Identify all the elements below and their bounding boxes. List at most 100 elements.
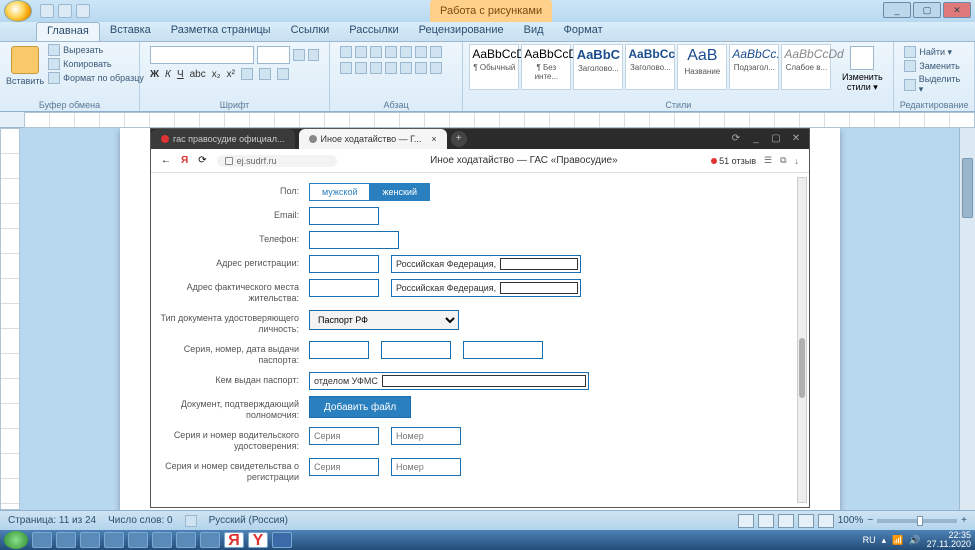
status-language[interactable]: Русский (Россия) (209, 515, 288, 526)
tab-references[interactable]: Ссылки (281, 22, 340, 41)
word-vertical-scrollbar[interactable] (959, 128, 975, 510)
font-family-select[interactable] (150, 46, 254, 64)
bookmark-icon[interactable]: ☰ (764, 155, 772, 166)
gender-male-option[interactable]: мужской (309, 183, 369, 201)
task-ie-icon[interactable] (56, 532, 76, 548)
status-word-count[interactable]: Число слов: 0 (108, 515, 172, 526)
browser-scrollbar[interactable] (797, 177, 807, 503)
indent-inc-icon[interactable] (400, 46, 412, 58)
justify-icon[interactable] (385, 62, 397, 74)
phone-input[interactable] (309, 231, 399, 249)
shading-icon[interactable] (415, 62, 427, 74)
vertical-ruler[interactable] (0, 128, 20, 510)
browser-tab-2[interactable]: Иное ходатайство — Г...× (299, 129, 447, 149)
zoom-value[interactable]: 100% (838, 515, 864, 526)
nav-back-icon[interactable]: ← (161, 155, 171, 166)
cut-button[interactable]: Вырезать (48, 44, 144, 56)
underline-button[interactable]: Ч (177, 69, 184, 80)
add-file-button[interactable]: Добавить файл (309, 396, 411, 418)
task-yandex-browser-icon[interactable]: Y (248, 532, 268, 548)
copy-button[interactable]: Копировать (48, 58, 144, 70)
strike-button[interactable]: abc (190, 69, 206, 80)
drv-number-input[interactable] (391, 427, 461, 445)
show-marks-icon[interactable] (430, 46, 442, 58)
tab-view[interactable]: Вид (514, 22, 554, 41)
task-app-icon[interactable] (128, 532, 148, 548)
task-app-icon[interactable] (200, 532, 220, 548)
passport-date-input[interactable] (463, 341, 543, 359)
office-button[interactable] (4, 0, 32, 22)
passport-series-input[interactable] (309, 341, 369, 359)
passport-number-input[interactable] (381, 341, 451, 359)
tray-lang[interactable]: RU (863, 535, 876, 545)
gender-female-option[interactable]: женский (369, 183, 430, 201)
superscript-button[interactable]: x² (227, 69, 235, 80)
style-normal[interactable]: AaBbCcDd¶ Обычный (469, 44, 519, 90)
qat-undo-icon[interactable] (58, 4, 72, 18)
browser-close-icon[interactable]: ✕ (789, 132, 803, 146)
issued-by-input[interactable]: отделом УФМС (309, 372, 589, 390)
task-folder-icon[interactable] (80, 532, 100, 548)
multilevel-icon[interactable] (370, 46, 382, 58)
format-painter-button[interactable]: Формат по образцу (48, 72, 144, 84)
yandex-logo-icon[interactable]: Я (181, 155, 188, 166)
browser-min-icon[interactable]: _ (749, 132, 763, 146)
spellcheck-icon[interactable] (185, 515, 197, 527)
birth-series-input[interactable] (309, 458, 379, 476)
find-button[interactable]: Найти ▾ (904, 46, 964, 58)
reg-region-input[interactable] (309, 255, 379, 273)
shrink-font-icon[interactable] (308, 49, 319, 61)
bold-button[interactable]: Ж (150, 69, 159, 80)
task-app-icon[interactable] (104, 532, 124, 548)
reviews-badge[interactable]: 51 отзыв (711, 156, 756, 166)
tab-page-layout[interactable]: Разметка страницы (161, 22, 281, 41)
tab-insert[interactable]: Вставка (100, 22, 161, 41)
numbering-icon[interactable] (355, 46, 367, 58)
drv-series-input[interactable] (309, 427, 379, 445)
view-outline-icon[interactable] (798, 514, 814, 528)
horizontal-ruler[interactable] (0, 112, 975, 128)
font-size-select[interactable] (257, 46, 290, 64)
indent-dec-icon[interactable] (385, 46, 397, 58)
doc-type-select[interactable]: Паспорт РФ (309, 310, 459, 330)
sort-icon[interactable] (415, 46, 427, 58)
extensions-icon[interactable]: ⧉ (780, 155, 786, 166)
grow-font-icon[interactable] (293, 49, 304, 61)
bullets-icon[interactable] (340, 46, 352, 58)
font-color-icon[interactable] (277, 68, 289, 80)
tray-volume-icon[interactable]: 🔊 (909, 535, 920, 546)
fact-address-input[interactable]: Российская Федерация, (391, 279, 581, 297)
window-close-button[interactable]: ✕ (943, 2, 971, 18)
zoom-in-button[interactable]: + (961, 515, 967, 526)
start-button[interactable] (4, 531, 28, 549)
task-app-icon[interactable] (152, 532, 172, 548)
browser-max-icon[interactable]: ▢ (769, 132, 783, 146)
reg-address-input[interactable]: Российская Федерация, (391, 255, 581, 273)
window-restore-button[interactable]: ▢ (913, 2, 941, 18)
text-effects-icon[interactable] (241, 68, 253, 80)
zoom-slider[interactable] (877, 519, 957, 523)
style-subtle[interactable]: AaBbCcDdСлабое в... (781, 44, 831, 90)
tray-up-icon[interactable]: ▴ (882, 535, 887, 546)
address-bar[interactable]: ej.sudrf.ru (217, 155, 337, 167)
style-heading1[interactable]: AaBbCЗаголово... (573, 44, 623, 90)
line-spacing-icon[interactable] (400, 62, 412, 74)
birth-number-input[interactable] (391, 458, 461, 476)
task-explorer-icon[interactable] (32, 532, 52, 548)
fact-region-input[interactable] (309, 279, 379, 297)
downloads-icon[interactable]: ↓ (795, 156, 800, 166)
gender-toggle[interactable]: мужской женский (309, 183, 430, 201)
status-page[interactable]: Страница: 11 из 24 (8, 515, 96, 526)
zoom-out-button[interactable]: − (867, 515, 873, 526)
tab-home[interactable]: Главная (36, 22, 100, 41)
task-yandex-icon[interactable]: Я (224, 532, 244, 548)
view-draft-icon[interactable] (818, 514, 834, 528)
email-input[interactable] (309, 207, 379, 225)
borders-icon[interactable] (430, 62, 442, 74)
change-styles-button[interactable]: Изменить стили ▾ (837, 44, 887, 93)
style-heading2[interactable]: AaBbCcЗаголово... (625, 44, 675, 90)
task-word-icon[interactable] (272, 532, 292, 548)
italic-button[interactable]: К (165, 69, 171, 80)
select-button[interactable]: Выделить ▾ (904, 74, 964, 95)
new-tab-button[interactable]: + (451, 131, 467, 147)
